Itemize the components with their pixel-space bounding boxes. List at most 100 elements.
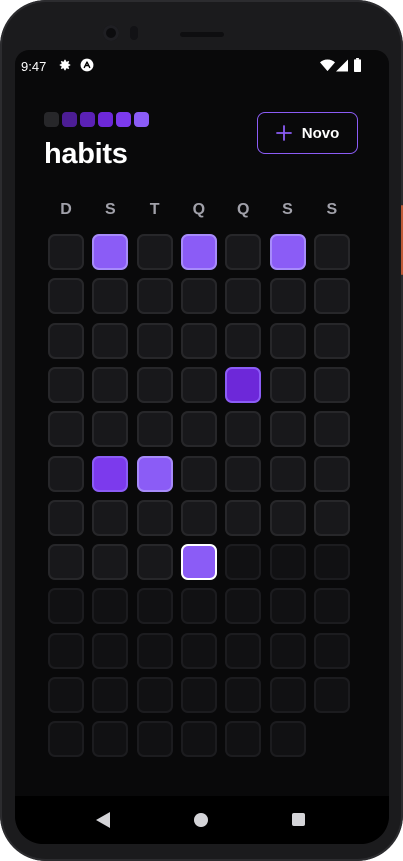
habit-day	[269, 544, 306, 581]
habit-day[interactable]	[313, 366, 350, 403]
level-swatch	[116, 112, 131, 127]
habit-day[interactable]	[48, 499, 84, 536]
habit-day[interactable]	[225, 234, 262, 270]
habit-day[interactable]	[48, 322, 84, 359]
habit-day	[313, 588, 350, 625]
habit-day[interactable]	[225, 322, 262, 359]
habit-day[interactable]	[313, 278, 350, 315]
habit-day[interactable]	[136, 544, 173, 581]
status-bar: 9:47	[15, 50, 389, 84]
habit-day[interactable]	[225, 411, 262, 448]
habit-day	[180, 677, 217, 713]
habit-day	[48, 588, 84, 625]
system-navigation-bar	[15, 796, 389, 844]
habit-day	[136, 677, 173, 713]
level-swatch	[80, 112, 95, 127]
habit-day[interactable]	[48, 544, 84, 581]
camera-sensor	[130, 26, 138, 40]
habit-day[interactable]	[313, 234, 350, 270]
habit-day[interactable]	[136, 411, 173, 448]
habit-day[interactable]	[180, 322, 217, 359]
home-icon[interactable]	[194, 813, 208, 827]
recent-apps-icon[interactable]	[292, 813, 305, 826]
earpiece-speaker	[180, 32, 224, 37]
habit-day[interactable]	[136, 499, 173, 536]
habit-day[interactable]	[48, 455, 84, 492]
habit-day[interactable]	[48, 366, 84, 403]
habit-day-today[interactable]	[180, 544, 217, 581]
habit-day[interactable]	[313, 499, 350, 536]
habit-day	[48, 721, 84, 758]
habit-day[interactable]	[269, 234, 306, 270]
habit-day[interactable]	[269, 366, 306, 403]
habit-day[interactable]	[180, 278, 217, 315]
weekday-label: D	[60, 201, 72, 218]
habit-day[interactable]	[180, 411, 217, 448]
phone-frame: 9:47 habits Novo D S T Q Q S S	[0, 0, 403, 861]
habit-day[interactable]	[48, 411, 84, 448]
habit-day[interactable]	[136, 278, 173, 315]
habit-day[interactable]	[136, 322, 173, 359]
habit-day	[92, 721, 129, 758]
habit-day[interactable]	[136, 455, 173, 492]
habit-day[interactable]	[92, 366, 129, 403]
habit-day[interactable]	[136, 366, 173, 403]
gear-icon	[59, 59, 71, 71]
weekday-label: S	[104, 201, 116, 218]
habit-day	[48, 632, 84, 669]
habit-day	[136, 721, 173, 758]
habit-day[interactable]	[92, 234, 129, 270]
level-swatch	[44, 112, 59, 127]
habit-day[interactable]	[92, 411, 129, 448]
habit-day[interactable]	[225, 499, 262, 536]
habit-day	[92, 588, 129, 625]
habit-day[interactable]	[269, 278, 306, 315]
habit-day[interactable]	[92, 544, 129, 581]
habit-day	[92, 632, 129, 669]
back-icon[interactable]	[96, 812, 110, 828]
habit-day[interactable]	[313, 322, 350, 359]
habit-day[interactable]	[225, 455, 262, 492]
habit-day	[225, 588, 262, 625]
level-swatch	[134, 112, 149, 127]
habit-day	[225, 632, 262, 669]
habit-day[interactable]	[225, 366, 262, 403]
habit-day	[180, 632, 217, 669]
habit-day[interactable]	[48, 234, 84, 270]
habit-day[interactable]	[269, 411, 306, 448]
habit-day[interactable]	[48, 278, 84, 315]
habit-day	[313, 632, 350, 669]
habit-day[interactable]	[313, 411, 350, 448]
habit-day[interactable]	[313, 455, 350, 492]
habit-day[interactable]	[92, 455, 129, 492]
habit-day[interactable]	[180, 234, 217, 270]
habit-day[interactable]	[136, 234, 173, 270]
weekday-label: S	[282, 201, 293, 218]
habit-day[interactable]	[92, 278, 129, 315]
habit-day	[225, 544, 262, 581]
habit-day[interactable]	[269, 455, 306, 492]
habit-day[interactable]	[180, 455, 217, 492]
habit-day[interactable]	[180, 366, 217, 403]
habit-day[interactable]	[269, 499, 306, 536]
habit-day[interactable]	[225, 278, 262, 315]
weekday-label: Q	[192, 201, 206, 218]
habit-day	[225, 721, 262, 758]
habit-day	[269, 721, 306, 758]
signal-icon	[336, 59, 348, 72]
habit-day[interactable]	[92, 499, 129, 536]
level-swatch	[98, 112, 113, 127]
battery-icon	[354, 58, 361, 72]
page-title: habits	[44, 138, 128, 170]
weekday-label: T	[149, 201, 160, 218]
app-notification-icon	[80, 58, 94, 72]
habit-day	[269, 632, 306, 669]
new-habit-button[interactable]: Novo	[257, 112, 358, 154]
new-habit-label: Novo	[301, 124, 340, 142]
habit-day[interactable]	[269, 322, 306, 359]
habit-day[interactable]	[180, 499, 217, 536]
habit-day	[313, 677, 350, 713]
habit-day[interactable]	[92, 322, 129, 359]
wifi-icon	[320, 59, 335, 72]
habit-day	[269, 677, 306, 713]
